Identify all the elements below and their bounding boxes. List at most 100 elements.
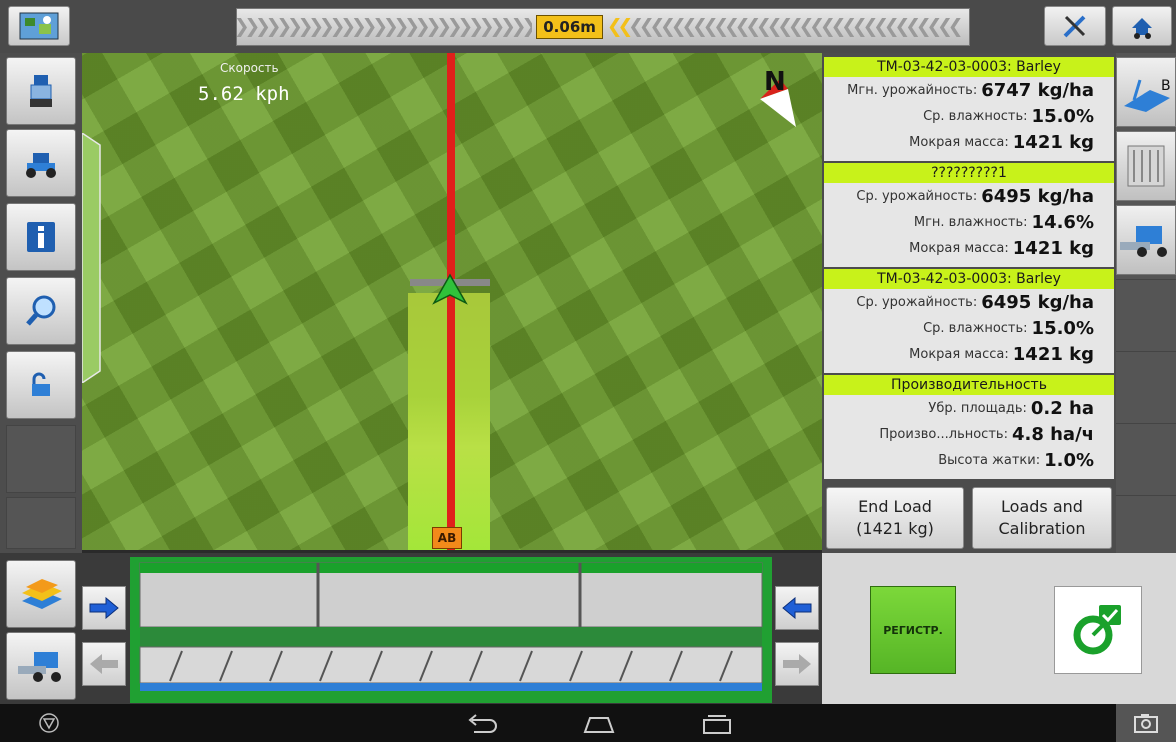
speed-value: 5.62 kph (198, 83, 290, 105)
calibration-label: Calibration (998, 519, 1086, 538)
loads-label: Loads and (1001, 497, 1083, 516)
row-value: 1.0% (1044, 449, 1094, 471)
left-sidebar (0, 53, 82, 553)
card-row: Мокрая масса: 1421 kg (824, 235, 1114, 261)
zoom-button[interactable] (6, 277, 76, 345)
row-value: 1421 kg (1012, 343, 1094, 365)
lock-icon (32, 372, 50, 396)
home-icon[interactable] (582, 714, 616, 734)
combine-icon (1120, 226, 1167, 257)
lightbar-left-chevrons: ❯❯❯❯❯❯❯❯❯❯❯❯❯❯❯❯❯❯❯❯❯❯❯❯❯❯❯❯❯ (237, 12, 533, 42)
card-row: Мокрая масса: 1421 kg (824, 129, 1114, 155)
recent-apps-icon[interactable] (700, 714, 734, 734)
section-left-out-button[interactable] (82, 642, 126, 686)
empty-slot (1116, 279, 1176, 351)
tools-button[interactable] (1044, 6, 1106, 46)
empty-slot (1116, 495, 1176, 553)
lightbar-right-chevrons: ❮❮ ❮❮❮❮❮❮❮❮❮❮❮❮❮❮❮❮❮❮❮❮❮❮❮❮❮❮❮❮❮❮❮ (606, 12, 964, 42)
yield-info-panel: TM-03-42-03-0003: Barley Мгн. урожайност… (822, 53, 1116, 553)
row-label: Мгн. урожайность: (847, 82, 978, 98)
row-label: Ср. урожайность: (856, 188, 978, 204)
section-right-out-button[interactable] (775, 642, 819, 686)
section-left-in-button[interactable] (82, 586, 126, 630)
card-row: Мгн. урожайность: 6747 kg/ha (824, 77, 1114, 103)
shield-icon[interactable] (38, 712, 60, 734)
info-icon (27, 222, 55, 252)
row-value: 6747 kg/ha (981, 79, 1094, 101)
tractor-icon (26, 153, 56, 178)
lock-button[interactable] (6, 351, 76, 419)
empty-slot (1116, 351, 1176, 423)
row-label: Произво...льность: (879, 426, 1008, 442)
ab-line-badge: AB (432, 527, 462, 549)
ab-line-b-label: B (1161, 78, 1171, 94)
screenshot-button[interactable] (1116, 704, 1176, 742)
loads-calibration-button[interactable]: Loads and Calibration (972, 487, 1112, 549)
system-nav-bar (0, 704, 1176, 742)
layers-button[interactable] (6, 560, 76, 628)
tractor-button[interactable] (6, 129, 76, 197)
card-title: TM-03-42-03-0003: Barley (824, 57, 1114, 77)
row-label: Ср. влажность: (923, 108, 1028, 124)
vehicle-button[interactable] (6, 57, 76, 125)
row-label: Убр. площадь: (928, 400, 1027, 416)
card-row: Убр. площадь: 0.2 ha (824, 395, 1114, 421)
ab-line-button[interactable]: B (1116, 57, 1176, 127)
row-value: 6495 kg/ha (981, 291, 1094, 313)
card-title: Производительность (824, 375, 1114, 395)
row-value: 0.2 ha (1030, 397, 1094, 419)
grain-tank-button[interactable] (1116, 131, 1176, 201)
card-row: Ср. влажность: 15.0% (824, 315, 1114, 341)
speed-label: Скорость (220, 61, 279, 75)
collapse-panel-handle[interactable] (82, 133, 102, 383)
arrow-right-icon (783, 654, 811, 674)
calibration-check-button[interactable] (1054, 586, 1142, 674)
home-button[interactable] (1112, 6, 1172, 46)
row-value: 15.0% (1031, 317, 1094, 339)
combine-icon (18, 652, 61, 682)
row-label: Мгн. влажность: (913, 214, 1028, 230)
arrow-right-icon (89, 597, 119, 619)
end-load-button[interactable]: End Load (1421 kg) (826, 487, 964, 549)
row-value: 1421 kg (1012, 131, 1094, 153)
row-value: 14.6% (1031, 211, 1094, 233)
vehicle-icon (30, 75, 52, 107)
gps-map-button[interactable] (8, 6, 70, 46)
end-load-label: End Load (858, 497, 932, 516)
section-right-in-button[interactable] (775, 586, 819, 630)
lightbar: ❯❯❯❯❯❯❯❯❯❯❯❯❯❯❯❯❯❯❯❯❯❯❯❯❯❯❯❯❯ 0.06m ❮❮ ❮❮… (236, 8, 970, 46)
combine-button[interactable] (1116, 205, 1176, 275)
back-icon[interactable] (464, 714, 498, 734)
yield-card-1[interactable]: TM-03-42-03-0003: Barley Мгн. урожайност… (824, 57, 1114, 161)
row-label: Мокрая масса: (909, 346, 1009, 362)
field-map[interactable]: Скорость 5.62 kph N AB (82, 53, 822, 550)
zoom-icon (26, 295, 56, 326)
card-title: ?????????1 (824, 163, 1114, 183)
row-value: 1421 kg (1012, 237, 1094, 259)
empty-slot (6, 497, 76, 549)
row-label: Ср. влажность: (923, 320, 1028, 336)
header-section-display[interactable] (130, 557, 772, 703)
compass-north-label: N (764, 67, 786, 97)
offset-value: 0.06m (536, 15, 603, 39)
camera-icon (1134, 714, 1158, 733)
arrow-left-icon (782, 597, 812, 619)
end-load-mass: (1421 kg) (856, 519, 934, 538)
vehicle-position-arrow-icon (432, 273, 468, 305)
top-bar: ❯❯❯❯❯❯❯❯❯❯❯❯❯❯❯❯❯❯❯❯❯❯❯❯❯❯❯❯❯ 0.06m ❮❮ ❮❮… (0, 0, 1176, 54)
row-label: Высота жатки: (938, 452, 1041, 468)
record-button[interactable]: РЕГИСТР. (870, 586, 956, 674)
combine-view-button[interactable] (6, 632, 76, 700)
right-sidebar: B (1116, 53, 1176, 553)
row-value: 4.8 ha/ч (1011, 423, 1094, 445)
card-row: Ср. урожайность: 6495 kg/ha (824, 289, 1114, 315)
empty-slot (6, 425, 76, 493)
performance-card[interactable]: Производительность Убр. площадь: 0.2 ha П… (824, 375, 1114, 479)
card-row: Ср. урожайность: 6495 kg/ha (824, 183, 1114, 209)
yield-card-2[interactable]: ?????????1 Ср. урожайность: 6495 kg/ha Мг… (824, 163, 1114, 267)
card-row: Ср. влажность: 15.0% (824, 103, 1114, 129)
info-button[interactable] (6, 203, 76, 271)
yield-card-3[interactable]: TM-03-42-03-0003: Barley Ср. урожайность… (824, 269, 1114, 373)
row-label: Мокрая масса: (909, 240, 1009, 256)
layers-icon (22, 579, 62, 609)
